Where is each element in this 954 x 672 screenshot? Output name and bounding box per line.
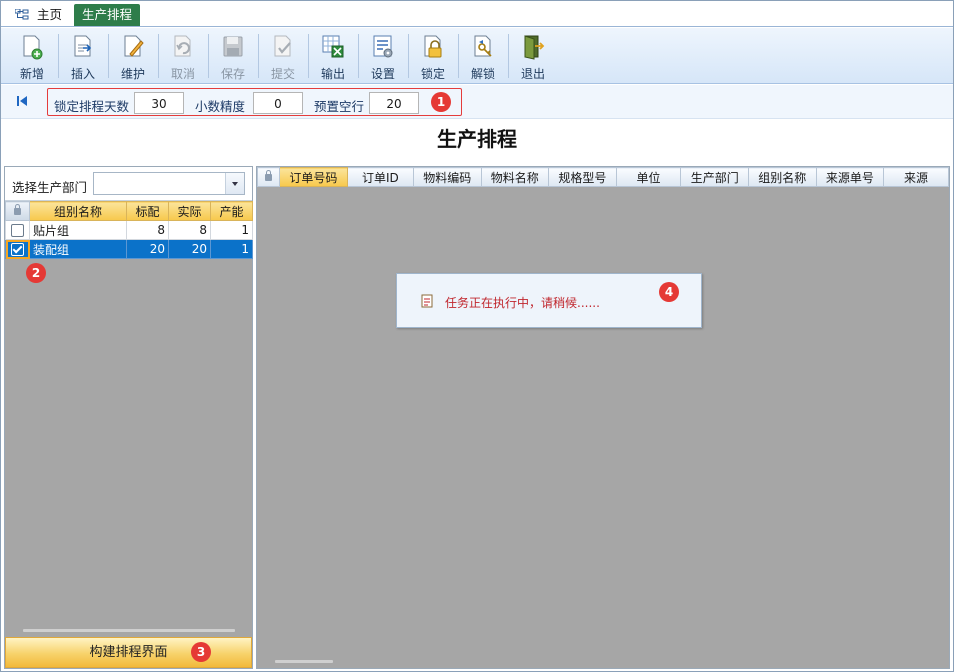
column-group-name[interactable]: 组别名称 <box>29 201 127 221</box>
department-select[interactable] <box>93 172 245 195</box>
column-spec[interactable]: 规格型号 <box>548 167 617 187</box>
parameter-group: 锁定排程天数 30 小数精度 0 预置空行 20 <box>47 88 462 116</box>
first-record-icon[interactable] <box>15 94 29 108</box>
task-icon <box>421 294 433 308</box>
checkbox-unchecked-icon <box>11 224 24 237</box>
marker-1: 1 <box>431 92 451 112</box>
column-source[interactable]: 来源 <box>883 167 949 187</box>
column-order-no[interactable]: 订单号码 <box>279 167 348 187</box>
horizontal-scrollbar[interactable] <box>23 629 235 632</box>
chevron-down-icon[interactable] <box>225 173 244 194</box>
settings-icon <box>373 35 393 58</box>
column-lock[interactable] <box>257 167 281 187</box>
progress-dialog: 任务正在执行中，请稍候...... 4 <box>396 273 702 328</box>
lock-icon <box>14 204 21 215</box>
home-tree-icon <box>15 9 29 20</box>
undo-icon <box>174 35 191 57</box>
page-title: 生产排程 <box>1 120 953 165</box>
group-name-cell: 装配组 <box>29 239 127 259</box>
column-actual[interactable]: 实际 <box>168 201 211 221</box>
column-source-no[interactable]: 来源单号 <box>815 167 885 187</box>
decimal-precision-input[interactable]: 0 <box>253 92 303 114</box>
column-standard[interactable]: 标配 <box>126 201 169 221</box>
marker-2: 2 <box>26 263 46 283</box>
checkbox-checked-icon <box>11 243 24 256</box>
build-schedule-button[interactable]: 构建排程界面 <box>5 637 252 668</box>
tab-home-label: 主页 <box>37 7 63 22</box>
settings-button[interactable]: 设置 <box>360 30 406 82</box>
save-button[interactable]: 保存 <box>210 30 256 82</box>
right-panel: 订单号码 订单ID 物料编码 物料名称 规格型号 单位 生产部门 组别名称 来源… <box>256 166 950 669</box>
column-group-name[interactable]: 组别名称 <box>748 167 817 187</box>
column-unit[interactable]: 单位 <box>615 167 682 187</box>
submit-button[interactable]: 提交 <box>260 30 306 82</box>
column-material-code[interactable]: 物料编码 <box>412 167 482 187</box>
horizontal-scrollbar[interactable] <box>275 660 333 663</box>
table-row[interactable]: 贴片组 8 8 1 <box>5 220 253 240</box>
lock-icon <box>424 35 442 58</box>
marker-3: 3 <box>191 642 211 662</box>
insert-icon <box>74 35 92 57</box>
lock-days-label: 锁定排程天数 <box>54 99 130 114</box>
save-icon <box>223 36 243 57</box>
tab-production-schedule[interactable]: 生产排程 <box>74 4 140 26</box>
edit-icon <box>124 35 144 57</box>
export-icon <box>322 35 344 58</box>
exit-button[interactable]: 退出 <box>510 30 556 82</box>
cancel-button[interactable]: 取消 <box>160 30 206 82</box>
lock-icon <box>265 170 273 181</box>
row-checkbox[interactable] <box>5 220 30 240</box>
submit-icon <box>274 35 291 57</box>
tab-bar: 主页 生产排程 <box>1 1 953 27</box>
actual-cell: 20 <box>168 239 211 259</box>
new-doc-icon <box>23 35 43 60</box>
capacity-cell: 1 <box>210 239 253 259</box>
left-panel: 选择生产部门 组别名称 标配 实际 产能 贴片组 8 8 1 装配组 20 20… <box>4 166 253 669</box>
standard-cell: 8 <box>126 220 169 240</box>
row-checkbox[interactable] <box>5 239 30 259</box>
unlock-button[interactable]: 解锁 <box>460 30 506 82</box>
unlock-icon <box>474 35 492 57</box>
marker-4: 4 <box>659 282 679 302</box>
capacity-cell: 1 <box>210 220 253 240</box>
parameter-bar: 锁定排程天数 30 小数精度 0 预置空行 20 1 <box>1 85 953 119</box>
toolbar: 新增 插入 维护 取消 保存 提交 输出 设置 锁定 解锁 退出 <box>1 28 953 84</box>
maintain-button[interactable]: 维护 <box>110 30 156 82</box>
table-row-selected[interactable]: 装配组 20 20 1 <box>5 239 253 259</box>
department-row: 选择生产部门 <box>5 167 252 201</box>
tab-home[interactable]: 主页 <box>11 4 69 26</box>
lock-days-input[interactable]: 30 <box>134 92 184 114</box>
department-label: 选择生产部门 <box>12 180 88 195</box>
new-button[interactable]: 新增 <box>9 30 55 82</box>
group-table: 组别名称 标配 实际 产能 贴片组 8 8 1 装配组 20 20 1 <box>5 201 253 259</box>
column-capacity[interactable]: 产能 <box>210 201 253 221</box>
decimal-precision-label: 小数精度 <box>195 99 246 114</box>
standard-cell: 20 <box>126 239 169 259</box>
column-department[interactable]: 生产部门 <box>680 167 749 187</box>
export-button[interactable]: 输出 <box>310 30 356 82</box>
column-order-id[interactable]: 订单ID <box>346 167 414 187</box>
column-material-name[interactable]: 物料名称 <box>480 167 550 187</box>
reserve-rows-label: 预置空行 <box>314 99 365 114</box>
schedule-table: 订单号码 订单ID 物料编码 物料名称 规格型号 单位 生产部门 组别名称 来源… <box>257 167 949 187</box>
reserve-rows-input[interactable]: 20 <box>369 92 419 114</box>
lock-button[interactable]: 锁定 <box>410 30 456 82</box>
progress-message: 任务正在执行中，请稍候...... <box>445 296 600 310</box>
actual-cell: 8 <box>168 220 211 240</box>
group-name-cell: 贴片组 <box>29 220 127 240</box>
column-lock[interactable] <box>5 201 30 221</box>
exit-icon <box>524 35 545 60</box>
insert-button[interactable]: 插入 <box>60 30 106 82</box>
